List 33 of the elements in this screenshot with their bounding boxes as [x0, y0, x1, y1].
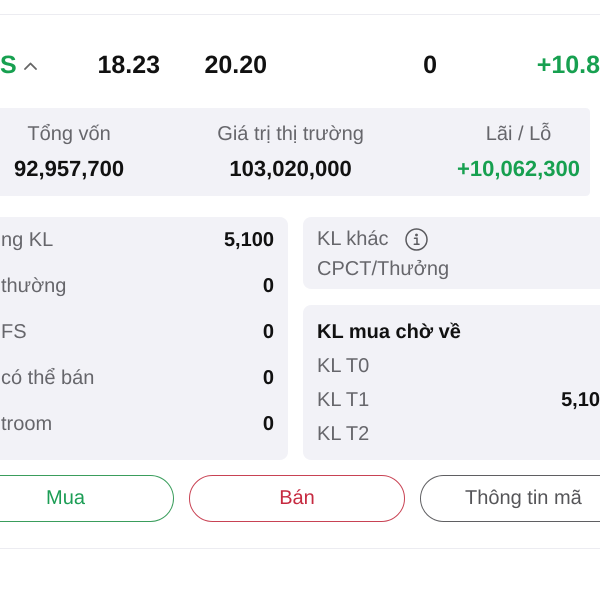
summary-label: Tổng vốn: [27, 122, 111, 146]
summary-value: 103,020,000: [229, 156, 352, 182]
stock-row-value: 18.23: [96, 53, 160, 78]
action-button[interactable]: Thông tin mã: [420, 475, 600, 522]
holding-label: ng KL: [1, 228, 54, 252]
holding-value: 0: [262, 274, 274, 298]
holding-value: 0: [262, 412, 274, 436]
pending-value: 5,10: [561, 388, 600, 412]
summary-label: Lãi / Lỗ: [486, 122, 552, 146]
summary-value: +10,062,300: [457, 156, 580, 182]
other-volume-label: KL khác: [317, 227, 389, 251]
summary-label: Giá trị thị trường: [217, 122, 364, 146]
stock-row-value: 20.20: [203, 53, 267, 78]
pending-label: KL T2: [317, 422, 370, 446]
info-icon[interactable]: [404, 228, 428, 250]
summary-value: 92,957,700: [14, 156, 124, 182]
pending-label: KL T1: [317, 388, 370, 412]
holding-value: 0: [262, 366, 274, 390]
stock-symbol: S: [0, 53, 17, 78]
pending-label: KL T0: [317, 354, 370, 378]
holding-label: FS: [1, 320, 27, 344]
pending-buy-title: KL mua chờ về: [317, 320, 461, 344]
other-volume-note: CPCT/Thưởng: [317, 257, 450, 281]
holding-value: 0: [262, 320, 274, 344]
action-button[interactable]: Bán: [189, 475, 405, 522]
holding-label: thường: [1, 274, 66, 298]
change-value: +10.8: [536, 53, 600, 78]
holding-label: troom: [1, 412, 52, 436]
action-button[interactable]: Mua: [0, 475, 174, 522]
holding-value: 5,100: [224, 228, 274, 252]
stock-row-value: 0: [422, 53, 437, 78]
holding-label: có thể bán: [1, 366, 94, 390]
caret-icon[interactable]: [24, 62, 37, 70]
